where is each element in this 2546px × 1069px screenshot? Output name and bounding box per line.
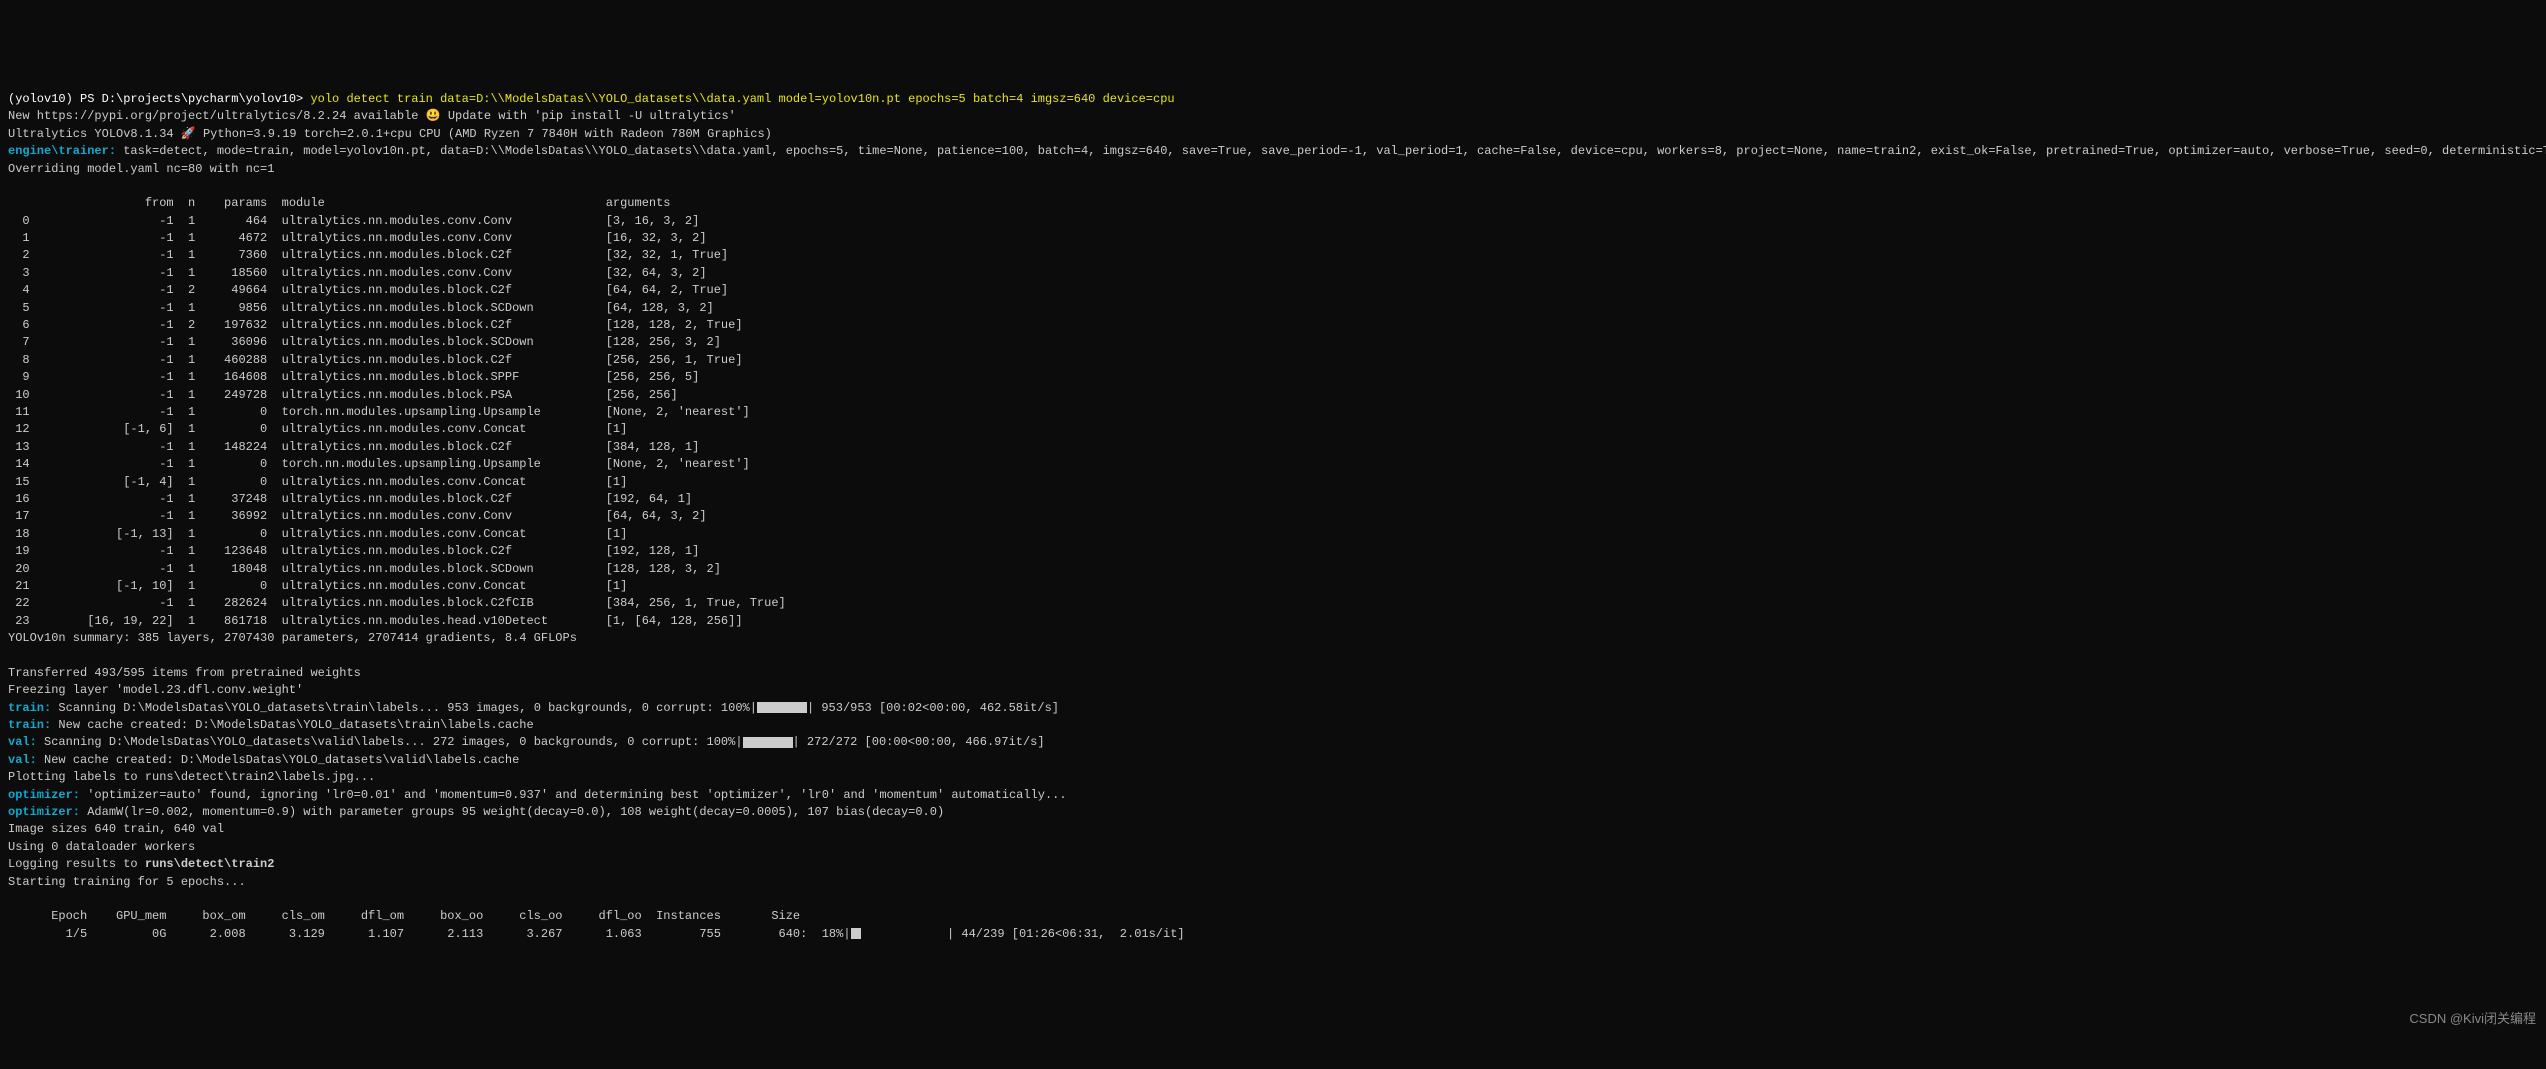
model-row: 14 -1 1 0 torch.nn.modules.upsampling.Up… — [8, 457, 750, 471]
model-row: 15 [-1, 4] 1 0 ultralytics.nn.modules.co… — [8, 475, 627, 489]
plotting-line: Plotting labels to runs\detect\train2\la… — [8, 770, 375, 784]
model-row: 9 -1 1 164608 ultralytics.nn.modules.blo… — [8, 370, 699, 384]
shell-prompt: (yolov10) PS D:\projects\pycharm\yolov10… — [8, 92, 310, 106]
model-row: 19 -1 1 123648 ultralytics.nn.modules.bl… — [8, 544, 699, 558]
override-line: Overriding model.yaml nc=80 with nc=1 — [8, 162, 274, 176]
epoch-row: 1/5 0G 2.008 3.129 1.107 2.113 3.267 1.0… — [8, 927, 851, 941]
val-scan-end: | 272/272 [00:00<00:00, 466.97it/s] — [793, 735, 1045, 749]
ultralytics-banner: Ultralytics YOLOv8.1.34 — [8, 127, 181, 141]
model-row: 8 -1 1 460288 ultralytics.nn.modules.blo… — [8, 353, 743, 367]
model-row: 21 [-1, 10] 1 0 ultralytics.nn.modules.c… — [8, 579, 627, 593]
progress-bar-fill — [851, 928, 861, 939]
image-sizes: Image sizes 640 train, 640 val — [8, 822, 224, 836]
engine-trainer-args: task=detect, mode=train, model=yolov10n.… — [116, 144, 2546, 158]
model-table-header: from n params module arguments — [8, 196, 671, 210]
train-label: train: — [8, 718, 51, 732]
optimizer-detail: AdamW(lr=0.002, momentum=0.9) with param… — [80, 805, 944, 819]
progress-bar-fill — [757, 702, 807, 713]
env-info: Python=3.9.19 torch=2.0.1+cpu CPU (AMD R… — [196, 127, 772, 141]
logging-line: Logging results to — [8, 857, 145, 871]
update-hint: Update with 'pip install -U ultralytics' — [441, 109, 736, 123]
model-row: 23 [16, 19, 22] 1 861718 ultralytics.nn.… — [8, 614, 743, 628]
model-row: 5 -1 1 9856 ultralytics.nn.modules.block… — [8, 301, 714, 315]
starting-line: Starting training for 5 epochs... — [8, 875, 246, 889]
epoch-row-end: | 44/239 [01:26<06:31, 2.01s/it] — [861, 927, 1185, 941]
model-row: 20 -1 1 18048 ultralytics.nn.modules.blo… — [8, 562, 721, 576]
model-row: 3 -1 1 18560 ultralytics.nn.modules.conv… — [8, 266, 707, 280]
model-row: 10 -1 1 249728 ultralytics.nn.modules.bl… — [8, 388, 678, 402]
update-notice: New https://pypi.org/project/ultralytics… — [8, 109, 426, 123]
model-row: 22 -1 1 282624 ultralytics.nn.modules.bl… — [8, 596, 786, 610]
train-scan-end: | 953/953 [00:02<00:00, 462.58it/s] — [807, 701, 1059, 715]
val-label: val: — [8, 753, 37, 767]
val-cache: New cache created: D:\ModelsDatas\YOLO_d… — [37, 753, 519, 767]
optimizer-label: optimizer: — [8, 805, 80, 819]
model-row: 13 -1 1 148224 ultralytics.nn.modules.bl… — [8, 440, 699, 454]
model-row: 18 [-1, 13] 1 0 ultralytics.nn.modules.c… — [8, 527, 627, 541]
model-row: 1 -1 1 4672 ultralytics.nn.modules.conv.… — [8, 231, 707, 245]
engine-trainer-label: engine\trainer: — [8, 144, 116, 158]
optimizer-auto: 'optimizer=auto' found, ignoring 'lr0=0.… — [80, 788, 1067, 802]
csdn-watermark: CSDN @Kivi闭关编程 — [2409, 1010, 2536, 1029]
progress-bar-fill — [743, 737, 793, 748]
logging-path: runs\detect\train2 — [145, 857, 275, 871]
model-row: 7 -1 1 36096 ultralytics.nn.modules.bloc… — [8, 335, 721, 349]
model-row: 6 -1 2 197632 ultralytics.nn.modules.blo… — [8, 318, 743, 332]
model-row: 12 [-1, 6] 1 0 ultralytics.nn.modules.co… — [8, 422, 627, 436]
model-row: 17 -1 1 36992 ultralytics.nn.modules.con… — [8, 509, 707, 523]
train-label: train: — [8, 701, 51, 715]
val-scan: Scanning D:\ModelsDatas\YOLO_datasets\va… — [37, 735, 743, 749]
freezing-line: Freezing layer 'model.23.dfl.conv.weight… — [8, 683, 303, 697]
terminal-output: (yolov10) PS D:\projects\pycharm\yolov10… — [8, 74, 2538, 944]
model-summary: YOLOv10n summary: 385 layers, 2707430 pa… — [8, 631, 577, 645]
epoch-header: Epoch GPU_mem box_om cls_om dfl_om box_o… — [8, 909, 800, 923]
model-row: 4 -1 2 49664 ultralytics.nn.modules.bloc… — [8, 283, 728, 297]
optimizer-label: optimizer: — [8, 788, 80, 802]
model-row: 2 -1 1 7360 ultralytics.nn.modules.block… — [8, 248, 728, 262]
model-row: 11 -1 1 0 torch.nn.modules.upsampling.Up… — [8, 405, 750, 419]
model-row: 16 -1 1 37248 ultralytics.nn.modules.blo… — [8, 492, 692, 506]
transferred-line: Transferred 493/595 items from pretraine… — [8, 666, 361, 680]
train-cache: New cache created: D:\ModelsDatas\YOLO_d… — [51, 718, 533, 732]
workers-line: Using 0 dataloader workers — [8, 840, 195, 854]
command-text: yolo detect train data=D:\\ModelsDatas\\… — [310, 92, 1174, 106]
model-row: 0 -1 1 464 ultralytics.nn.modules.conv.C… — [8, 214, 699, 228]
train-scan: Scanning D:\ModelsDatas\YOLO_datasets\tr… — [51, 701, 757, 715]
val-label: val: — [8, 735, 37, 749]
